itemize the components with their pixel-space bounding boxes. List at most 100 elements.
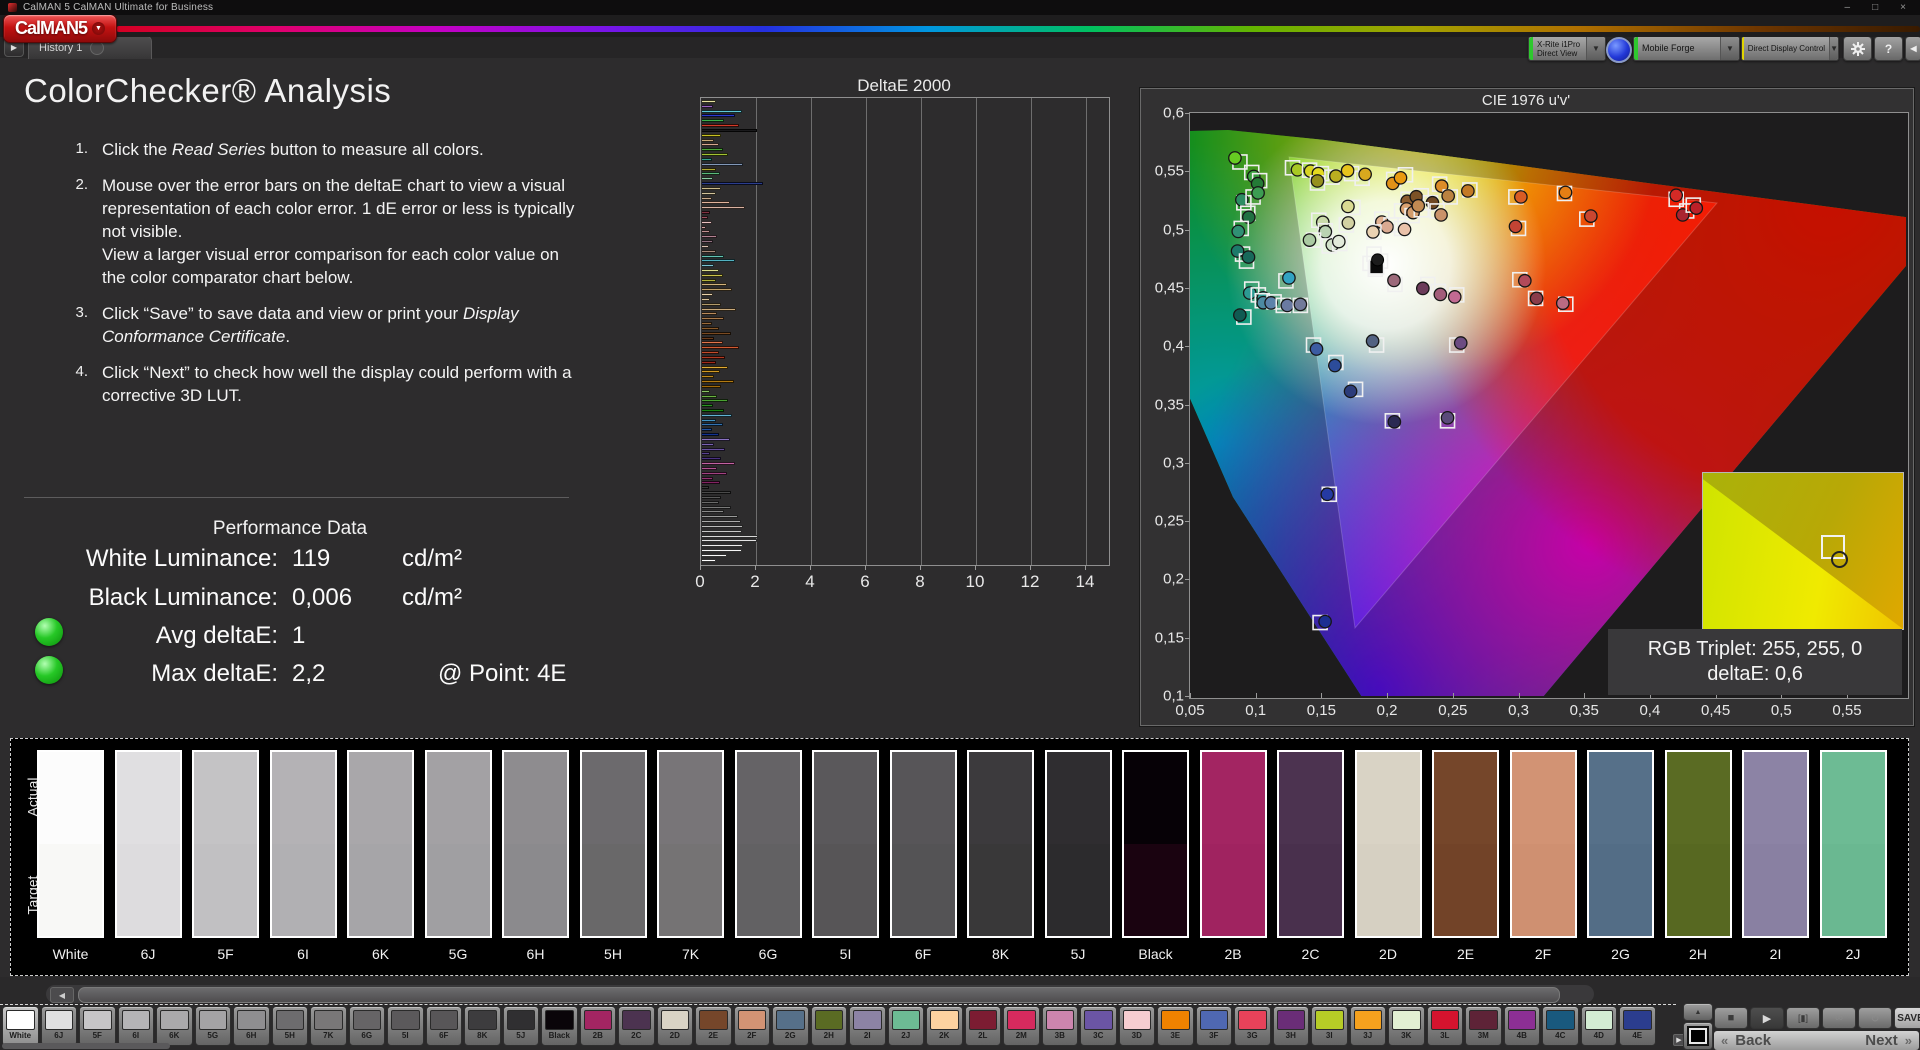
- deltae-error-bar[interactable]: [702, 244, 709, 248]
- deltae-error-bar[interactable]: [702, 481, 720, 485]
- deltae-error-bar[interactable]: [702, 128, 757, 132]
- deltae-error-bar[interactable]: [702, 138, 715, 142]
- help-button[interactable]: ?: [1874, 36, 1903, 61]
- settings-button[interactable]: [1843, 36, 1872, 61]
- deltae-error-bar[interactable]: [702, 544, 744, 548]
- deltae-error-bar[interactable]: [702, 409, 724, 412]
- patch-chip-Black[interactable]: Black: [541, 1006, 578, 1046]
- deltae-error-bar[interactable]: [702, 302, 722, 306]
- deltae-error-bar[interactable]: [702, 375, 715, 379]
- deltae-error-bar[interactable]: [702, 520, 741, 524]
- deltae-error-bar[interactable]: [702, 389, 711, 393]
- read-single-button[interactable]: [▮]: [1786, 1007, 1820, 1029]
- deltae-error-bar[interactable]: [702, 437, 730, 441]
- deltae-error-bar[interactable]: [702, 278, 716, 282]
- deltae-error-bar[interactable]: [702, 355, 726, 359]
- patch-chip-3L[interactable]: 3L: [1426, 1006, 1463, 1046]
- deltae-error-bar[interactable]: [702, 220, 712, 224]
- patch-chip-3I[interactable]: 3I: [1311, 1006, 1348, 1046]
- deltae-error-bar[interactable]: [702, 384, 722, 388]
- display-control-dropdown[interactable]: Direct Display Control ▼: [1741, 36, 1839, 61]
- patch-chip-6J[interactable]: 6J: [40, 1006, 77, 1046]
- close-button[interactable]: ×: [1900, 2, 1906, 13]
- patch-chip-4C[interactable]: 4C: [1542, 1006, 1579, 1046]
- deltae-error-bar[interactable]: [702, 235, 718, 239]
- deltae-error-bar[interactable]: [702, 191, 716, 195]
- deltae-error-bar[interactable]: [702, 558, 716, 562]
- patch-chip-2K[interactable]: 2K: [926, 1006, 963, 1046]
- maximize-button[interactable]: □: [1872, 2, 1878, 13]
- deltae-error-bar[interactable]: [702, 553, 727, 557]
- deltae-error-bar[interactable]: [702, 264, 715, 268]
- deltae-error-bar[interactable]: [702, 167, 716, 171]
- deltae-error-bar[interactable]: [702, 394, 718, 398]
- deltae-error-bar[interactable]: [702, 172, 720, 176]
- patch-chip-2D[interactable]: 2D: [656, 1006, 693, 1046]
- patch-chip-3B[interactable]: 3B: [1041, 1006, 1078, 1046]
- deltae-error-bar[interactable]: [702, 268, 719, 272]
- deltae-error-bar[interactable]: [702, 114, 735, 118]
- deltae-error-bar[interactable]: [702, 317, 724, 321]
- patch-chip-5I[interactable]: 5I: [387, 1006, 424, 1046]
- patch-chip-3H[interactable]: 3H: [1272, 1006, 1309, 1046]
- patch-chip-4E[interactable]: 4E: [1619, 1006, 1656, 1046]
- deltae-error-bar[interactable]: [702, 283, 727, 287]
- patch-chip-5G[interactable]: 5G: [194, 1006, 231, 1046]
- deltae-error-bar[interactable]: [702, 515, 738, 519]
- deltae-error-bar[interactable]: [702, 100, 716, 103]
- deltae-error-bar[interactable]: [702, 273, 723, 277]
- patch-chip-White[interactable]: White: [2, 1006, 39, 1046]
- deltae-error-bar[interactable]: [702, 466, 718, 470]
- deltae-error-bar[interactable]: [702, 225, 707, 229]
- patch-chip-6G[interactable]: 6G: [348, 1006, 385, 1046]
- deltae-error-bar[interactable]: [702, 215, 708, 219]
- deltae-error-bar[interactable]: [702, 462, 735, 466]
- collapse-panel-button[interactable]: ◀: [1905, 36, 1920, 61]
- patch-chip-6H[interactable]: 6H: [233, 1006, 270, 1046]
- deltae-error-bar[interactable]: [702, 491, 731, 495]
- chevron-down-icon[interactable]: ▼: [1829, 37, 1838, 60]
- tab-close-icon[interactable]: [90, 41, 105, 55]
- patch-chip-2H[interactable]: 2H: [810, 1006, 847, 1046]
- patch-chip-2C[interactable]: 2C: [618, 1006, 655, 1046]
- deltae-error-bar[interactable]: [702, 322, 712, 326]
- deltae-error-bar[interactable]: [702, 133, 722, 137]
- back-button[interactable]: Back: [1735, 1032, 1771, 1049]
- deltae-error-bar[interactable]: [702, 423, 723, 427]
- patch-chip-6I[interactable]: 6I: [117, 1006, 154, 1046]
- deltae-error-bar[interactable]: [702, 177, 713, 181]
- deltae-error-bar[interactable]: [702, 404, 713, 408]
- deltae-error-bar[interactable]: [702, 346, 740, 350]
- deltae-error-bar[interactable]: [702, 211, 711, 215]
- read-series-button[interactable]: ▶: [1750, 1007, 1784, 1029]
- deltae-error-bar[interactable]: [702, 293, 713, 297]
- deltae-error-bar[interactable]: [702, 182, 763, 186]
- deltae-error-bar[interactable]: [702, 505, 731, 509]
- mini-scrollbar-thumb[interactable]: [2, 1043, 170, 1049]
- deltae-error-bar[interactable]: [702, 399, 729, 403]
- patch-chip-6F[interactable]: 6F: [425, 1006, 462, 1046]
- deltae-error-bar[interactable]: [702, 326, 719, 330]
- patch-chip-2F[interactable]: 2F: [733, 1006, 770, 1046]
- deltae-error-bar[interactable]: [702, 143, 719, 147]
- deltae-error-bar[interactable]: [702, 433, 719, 437]
- deltae-error-bar[interactable]: [702, 539, 757, 543]
- deltae-error-bar[interactable]: [702, 476, 713, 480]
- deltae-error-bar[interactable]: [702, 254, 724, 258]
- patch-chip-2E[interactable]: 2E: [695, 1006, 732, 1046]
- deltae-error-bar[interactable]: [702, 336, 715, 340]
- deltae-error-bar[interactable]: [702, 524, 744, 528]
- deltae-error-bar[interactable]: [702, 157, 712, 161]
- deltae-error-bar[interactable]: [702, 365, 729, 369]
- scrollbar-left-arrow[interactable]: ◀: [50, 987, 74, 1003]
- save-button[interactable]: SAVE: [1894, 1007, 1920, 1029]
- deltae-error-bar[interactable]: [702, 206, 745, 210]
- calman-logo-button[interactable]: CalMAN5 ▼: [3, 14, 117, 43]
- next-chevrons-icon[interactable]: »: [1905, 1033, 1912, 1048]
- deltae-error-bar[interactable]: [702, 288, 733, 292]
- patch-chip-8K[interactable]: 8K: [464, 1006, 501, 1046]
- deltae-error-bar[interactable]: [702, 413, 733, 417]
- deltae-error-bar[interactable]: [702, 486, 709, 490]
- minimize-button[interactable]: –: [1845, 2, 1851, 13]
- deltae-error-bar[interactable]: [702, 259, 735, 263]
